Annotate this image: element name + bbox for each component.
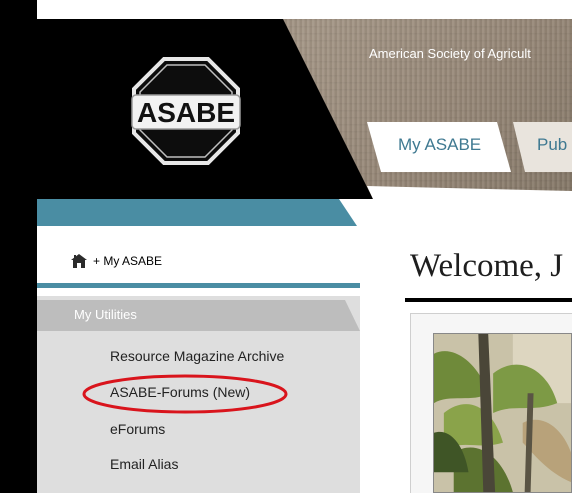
sidebar-home-underline [37,283,360,288]
sidebar-item-resource-magazine-archive[interactable]: Resource Magazine Archive [110,348,284,364]
sidebar-item-email-alias[interactable]: Email Alias [110,456,178,472]
svg-text:ASABE: ASABE [137,97,235,128]
tab-my-asabe[interactable]: My ASABE [367,122,511,172]
organization-title: American Society of Agricult [369,46,531,61]
home-icon [71,254,87,268]
utilities-header: My Utilities [37,300,360,331]
tab-publications-label: Pub [537,135,568,154]
sidebar-home-label: + My ASABE [93,254,163,268]
sidebar-item-eforums[interactable]: eForums [110,421,165,437]
welcome-heading: Welcome, J [410,248,564,284]
utilities-title: My Utilities [74,307,137,322]
sidebar-home-link[interactable]: + My ASABE [37,245,360,283]
asabe-logo[interactable]: ASABE [130,55,242,167]
tab-my-asabe-label: My ASABE [398,135,482,154]
teal-accent-bar [37,199,357,226]
top-margin [37,0,572,19]
left-border-strip [0,0,37,493]
plant-photo [433,333,572,493]
welcome-underline [405,298,572,302]
site-header: ASABE American Society of Agricult My AS… [37,19,572,199]
sidebar-item-asabe-forums[interactable]: ASABE-Forums (New) [110,384,250,400]
